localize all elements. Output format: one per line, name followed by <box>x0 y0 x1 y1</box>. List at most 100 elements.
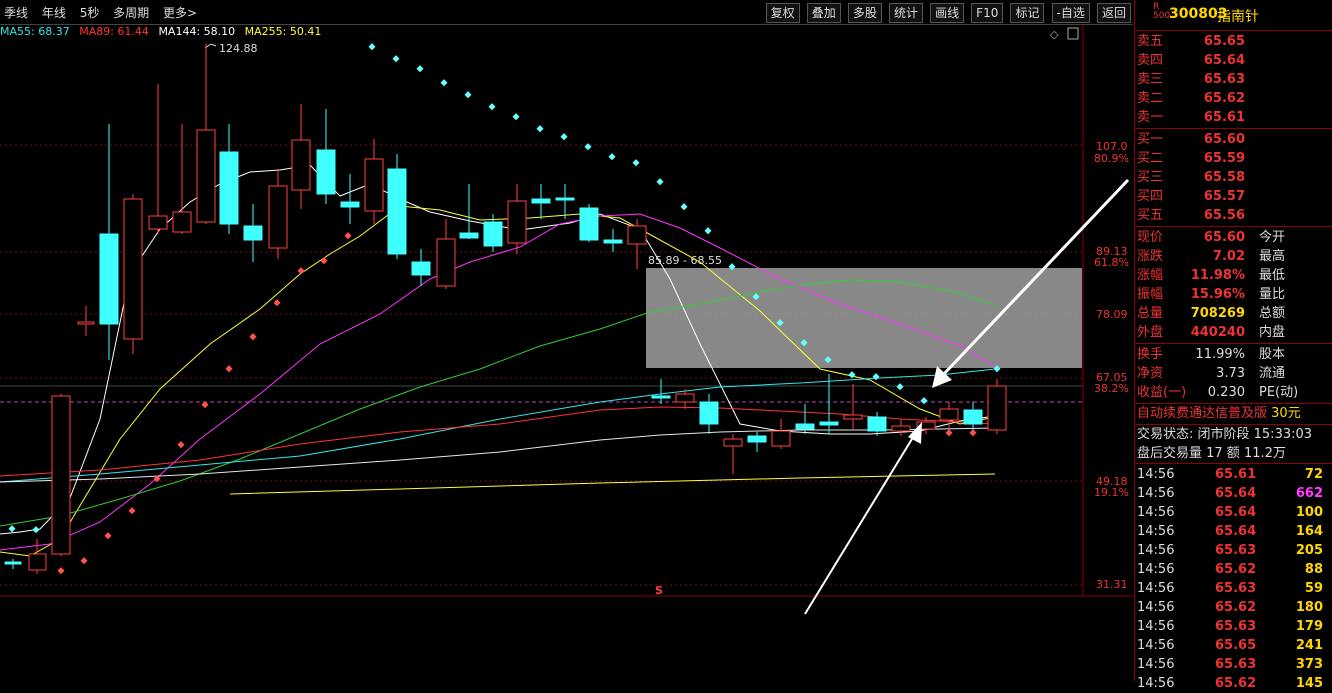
tab-year[interactable]: 年线 <box>42 6 66 20</box>
restore-rights-button[interactable]: 复权 <box>765 3 800 23</box>
tab-multi-period[interactable]: 多周期 <box>113 6 149 20</box>
quote-label: 总量 <box>1137 306 1164 321</box>
tick-price: 65.64 <box>1215 505 1257 520</box>
diamond-icon[interactable]: ◇ <box>1050 28 1059 41</box>
tab-quarter[interactable]: 季线 <box>4 6 28 20</box>
pct-label-2: 61.8% <box>1094 256 1129 269</box>
candle <box>603 239 623 244</box>
sell-marker: S <box>655 584 663 597</box>
stat-label: 净资 <box>1137 366 1164 381</box>
mark-button[interactable]: 标记 <box>1010 3 1045 23</box>
bid-price: 65.58 <box>1203 170 1245 185</box>
tick-time: 14:56 <box>1137 524 1175 539</box>
candle <box>196 129 216 223</box>
tick-volume: 241 <box>1295 638 1323 653</box>
tick-price: 65.62 <box>1215 600 1257 615</box>
quote-row: 振幅 15.96% 量比 <box>1135 285 1332 304</box>
tick-price: 65.64 <box>1215 486 1257 501</box>
candle <box>51 395 71 555</box>
tick-volume: 205 <box>1295 543 1323 558</box>
tick-price: 65.63 <box>1215 657 1257 672</box>
bid-row: 买四 65.57 <box>1135 187 1332 206</box>
back-button[interactable]: 返回 <box>1096 3 1131 23</box>
tool-buttons: 复权 叠加 多股 统计 画线 F10 标记 -自选 返回 <box>764 2 1131 23</box>
tick-time: 14:56 <box>1137 581 1175 596</box>
quote-label-2: 总额 <box>1259 306 1286 321</box>
ma144-legend: MA144: 58.10 <box>158 25 236 38</box>
candle <box>507 200 527 244</box>
price-label-3: 78.09 <box>1096 308 1128 321</box>
tick-price: 65.63 <box>1215 581 1257 596</box>
draw-line-button[interactable]: 画线 <box>930 3 965 23</box>
candle <box>531 198 551 204</box>
f10-button[interactable]: F10 <box>971 3 1004 23</box>
quote-label-2: 内盘 <box>1259 325 1286 340</box>
tick-volume: 59 <box>1304 581 1323 596</box>
ask-row: 卖四 65.64 <box>1135 51 1332 70</box>
quote-value: 7.02 <box>1212 249 1245 264</box>
stat-label-2: 股本 <box>1259 347 1286 362</box>
quote-value: 708269 <box>1190 306 1245 321</box>
tick-volume: 72 <box>1304 467 1323 482</box>
candle <box>172 211 192 233</box>
tick-volume: 662 <box>1295 486 1323 501</box>
bid-row: 买一 65.60 <box>1135 130 1332 149</box>
tick-price: 65.63 <box>1215 619 1257 634</box>
tick-time: 14:56 <box>1137 619 1175 634</box>
candle <box>555 197 575 201</box>
candle <box>771 430 791 447</box>
quote-row: 现价 65.60 今开 <box>1135 228 1332 247</box>
tick-row: 14:56 65.64 662 <box>1135 484 1332 503</box>
ma89-legend: MA89: 61.44 <box>79 25 149 38</box>
tick-volume: 100 <box>1295 505 1323 520</box>
tick-time: 14:56 <box>1137 543 1175 558</box>
ask-price: 65.62 <box>1203 91 1245 106</box>
quote-value: 65.60 <box>1203 230 1245 245</box>
tick-volume: 179 <box>1295 619 1323 634</box>
candle <box>675 393 695 403</box>
bid-price: 65.60 <box>1203 132 1245 147</box>
bid-label: 买五 <box>1137 208 1164 223</box>
tick-time: 14:56 <box>1137 676 1175 691</box>
ma144-line <box>0 427 996 483</box>
quote-row: 涨跌 7.02 最高 <box>1135 247 1332 266</box>
candle <box>459 232 479 239</box>
promo-banner[interactable]: 自动续费通达信普及版 30元 <box>1135 404 1332 425</box>
quote-value: 11.98% <box>1190 268 1245 283</box>
tick-volume: 164 <box>1295 524 1323 539</box>
candle <box>219 151 239 225</box>
candle <box>268 185 288 249</box>
tab-5sec[interactable]: 5秒 <box>80 6 100 20</box>
pct-label-4: 38.2% <box>1094 382 1129 395</box>
ma255-legend: MA255: 50.41 <box>244 25 322 38</box>
statistics-button[interactable]: 统计 <box>888 3 923 23</box>
remove-watchlist-button[interactable]: -自选 <box>1051 3 1090 23</box>
tick-list[interactable]: 14:56 65.61 72 14:56 65.64 662 14:56 65.64 100… <box>1135 464 1332 693</box>
candlestick-chart[interactable]: 107.0 80.9% 89.13 61.8% 78.09 67.05 38.2… <box>0 24 1133 681</box>
promo-price: 30元 <box>1271 406 1301 421</box>
multi-stock-button[interactable]: 多股 <box>847 3 882 23</box>
candle <box>747 435 767 443</box>
tab-more[interactable]: 更多> <box>163 6 197 20</box>
ask-price: 65.65 <box>1203 34 1245 49</box>
tick-price: 65.63 <box>1215 543 1257 558</box>
tick-time: 14:56 <box>1137 600 1175 615</box>
ask-label: 卖四 <box>1137 53 1164 68</box>
overlay-button[interactable]: 叠加 <box>806 3 841 23</box>
ma-line-yellow <box>0 205 996 557</box>
window-icon[interactable] <box>1067 27 1079 40</box>
candle <box>411 261 431 276</box>
tick-time: 14:56 <box>1137 562 1175 577</box>
tick-volume: 88 <box>1304 562 1323 577</box>
ma55-legend: MA55: 68.37 <box>0 25 70 38</box>
candle <box>316 149 336 195</box>
tick-price: 65.64 <box>1215 524 1257 539</box>
pct-label-5: 19.1% <box>1094 486 1129 499</box>
quote-value: 440240 <box>1190 325 1245 340</box>
tick-row: 14:56 65.61 72 <box>1135 465 1332 484</box>
tick-price: 65.62 <box>1215 562 1257 577</box>
candle <box>891 425 911 432</box>
promo-text[interactable]: 自动续费通达信普及版 <box>1137 406 1267 421</box>
tick-price: 65.65 <box>1215 638 1257 653</box>
candle <box>723 438 743 447</box>
